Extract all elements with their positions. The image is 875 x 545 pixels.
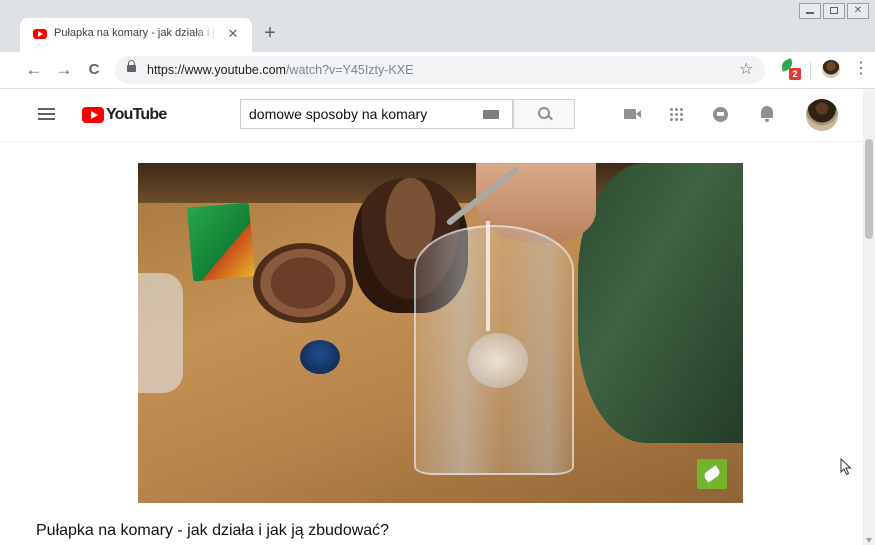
youtube-logo[interactable]: YouTube <box>82 105 167 125</box>
plus-icon[interactable]: + <box>259 22 281 44</box>
url-text[interactable]: https://www.youtube.com/watch?v=Y45Izty-… <box>147 63 413 77</box>
youtube-favicon-icon <box>33 29 47 39</box>
video-frame-packet <box>186 202 256 282</box>
video-frame-water-stream <box>486 221 490 331</box>
bell-icon[interactable] <box>761 106 773 122</box>
toolbar-divider <box>810 62 811 80</box>
search-input[interactable] <box>249 105 469 123</box>
youtube-header: YouTube <box>0 89 863 142</box>
video-camera-icon[interactable] <box>624 109 641 119</box>
forward-icon[interactable]: → <box>52 58 76 82</box>
search-icon <box>538 107 550 119</box>
profile-avatar-icon[interactable] <box>822 60 840 78</box>
video-frame-bag <box>138 273 183 393</box>
window-close-button[interactable]: ✕ <box>847 3 869 19</box>
page-scrollbar[interactable] <box>863 89 875 545</box>
window-controls: ✕ <box>797 3 869 21</box>
video-frame-lid <box>253 243 353 323</box>
apps-grid-icon[interactable] <box>669 107 683 121</box>
tab-title: Pułapka na komary - jak działa i j <box>54 27 214 39</box>
youtube-play-icon <box>82 107 104 123</box>
scroll-down-arrow-icon[interactable] <box>866 538 872 543</box>
back-icon[interactable]: ← <box>22 58 46 82</box>
video-player[interactable] <box>138 163 743 503</box>
hamburger-icon[interactable] <box>38 108 55 121</box>
kebab-menu-icon[interactable]: ⋮ <box>853 60 869 78</box>
keyboard-icon[interactable] <box>483 110 499 119</box>
search-box[interactable] <box>240 99 513 129</box>
scrollbar-thumb[interactable] <box>865 139 873 239</box>
lock-icon <box>127 60 136 72</box>
reload-icon[interactable]: C <box>82 58 106 82</box>
star-icon[interactable]: ☆ <box>739 59 753 79</box>
maximize-button[interactable] <box>823 3 845 19</box>
chat-icon[interactable] <box>713 107 728 122</box>
avatar[interactable] <box>806 99 838 131</box>
tab-title-fade <box>194 24 218 44</box>
browser-tab[interactable]: Pułapka na komary - jak działa i j ✕ <box>20 18 252 52</box>
minimize-button[interactable] <box>799 3 821 19</box>
address-bar[interactable]: https://www.youtube.com/watch?v=Y45Izty-… <box>115 56 765 84</box>
video-frame-water <box>468 333 528 388</box>
channel-watermark-icon[interactable] <box>697 459 727 489</box>
video-frame-bottle-cap <box>300 340 340 374</box>
video-title: Pułapka na komary - jak działa i jak ją … <box>36 522 390 539</box>
browser-tab-strip: Pułapka na komary - jak działa i j ✕ + ✕ <box>0 0 875 52</box>
url-origin: https://www.youtube.com <box>147 63 286 77</box>
url-path: /watch?v=Y45Izty-KXE <box>285 63 414 77</box>
close-icon[interactable]: ✕ <box>225 26 241 42</box>
search-button[interactable] <box>513 99 575 129</box>
video-frame-arm <box>578 163 743 443</box>
extension-icon[interactable]: 2 <box>779 58 802 80</box>
mouse-cursor-icon <box>840 458 852 476</box>
extension-badge: 2 <box>789 68 801 80</box>
youtube-logo-text: YouTube <box>106 106 167 123</box>
browser-toolbar: ← → C https://www.youtube.com/watch?v=Y4… <box>0 52 875 89</box>
